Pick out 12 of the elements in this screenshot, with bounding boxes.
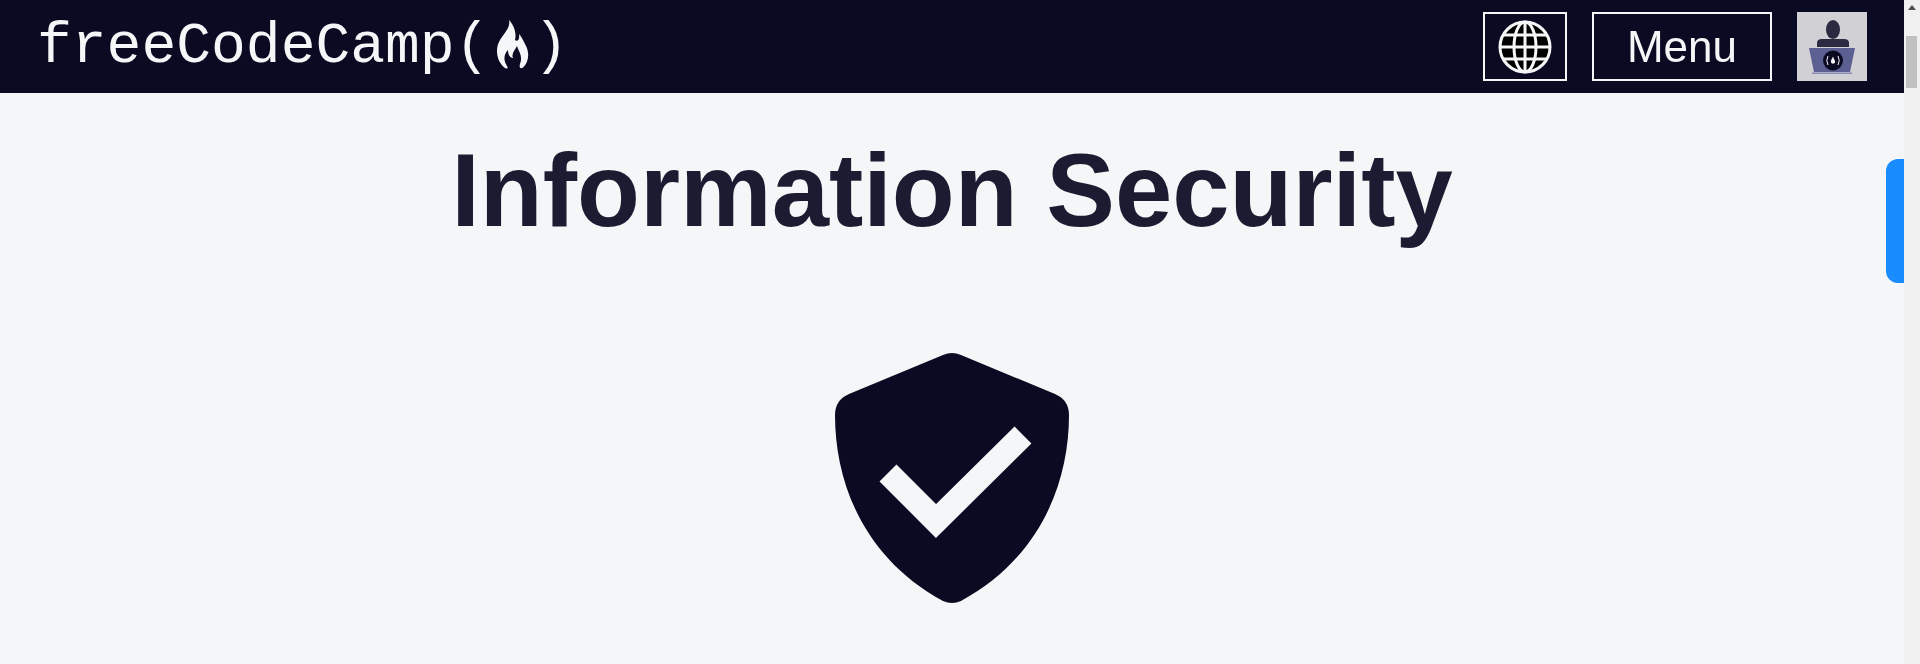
logo-link[interactable]: freeCodeCamp( ) (37, 17, 569, 76)
language-button[interactable] (1483, 12, 1567, 81)
side-panel-tab[interactable] (1886, 159, 1904, 283)
scroll-up-arrow-icon[interactable] (1908, 5, 1916, 10)
flame-icon (495, 19, 530, 70)
menu-button[interactable]: Menu (1592, 12, 1772, 81)
shield-check-icon (835, 353, 1069, 603)
page-title: Information Security (451, 132, 1453, 250)
avatar-icon[interactable] (1797, 12, 1867, 81)
globe-icon (1498, 19, 1552, 74)
scrollbar-thumb[interactable] (1906, 36, 1917, 88)
scrollbar[interactable] (1904, 0, 1920, 664)
